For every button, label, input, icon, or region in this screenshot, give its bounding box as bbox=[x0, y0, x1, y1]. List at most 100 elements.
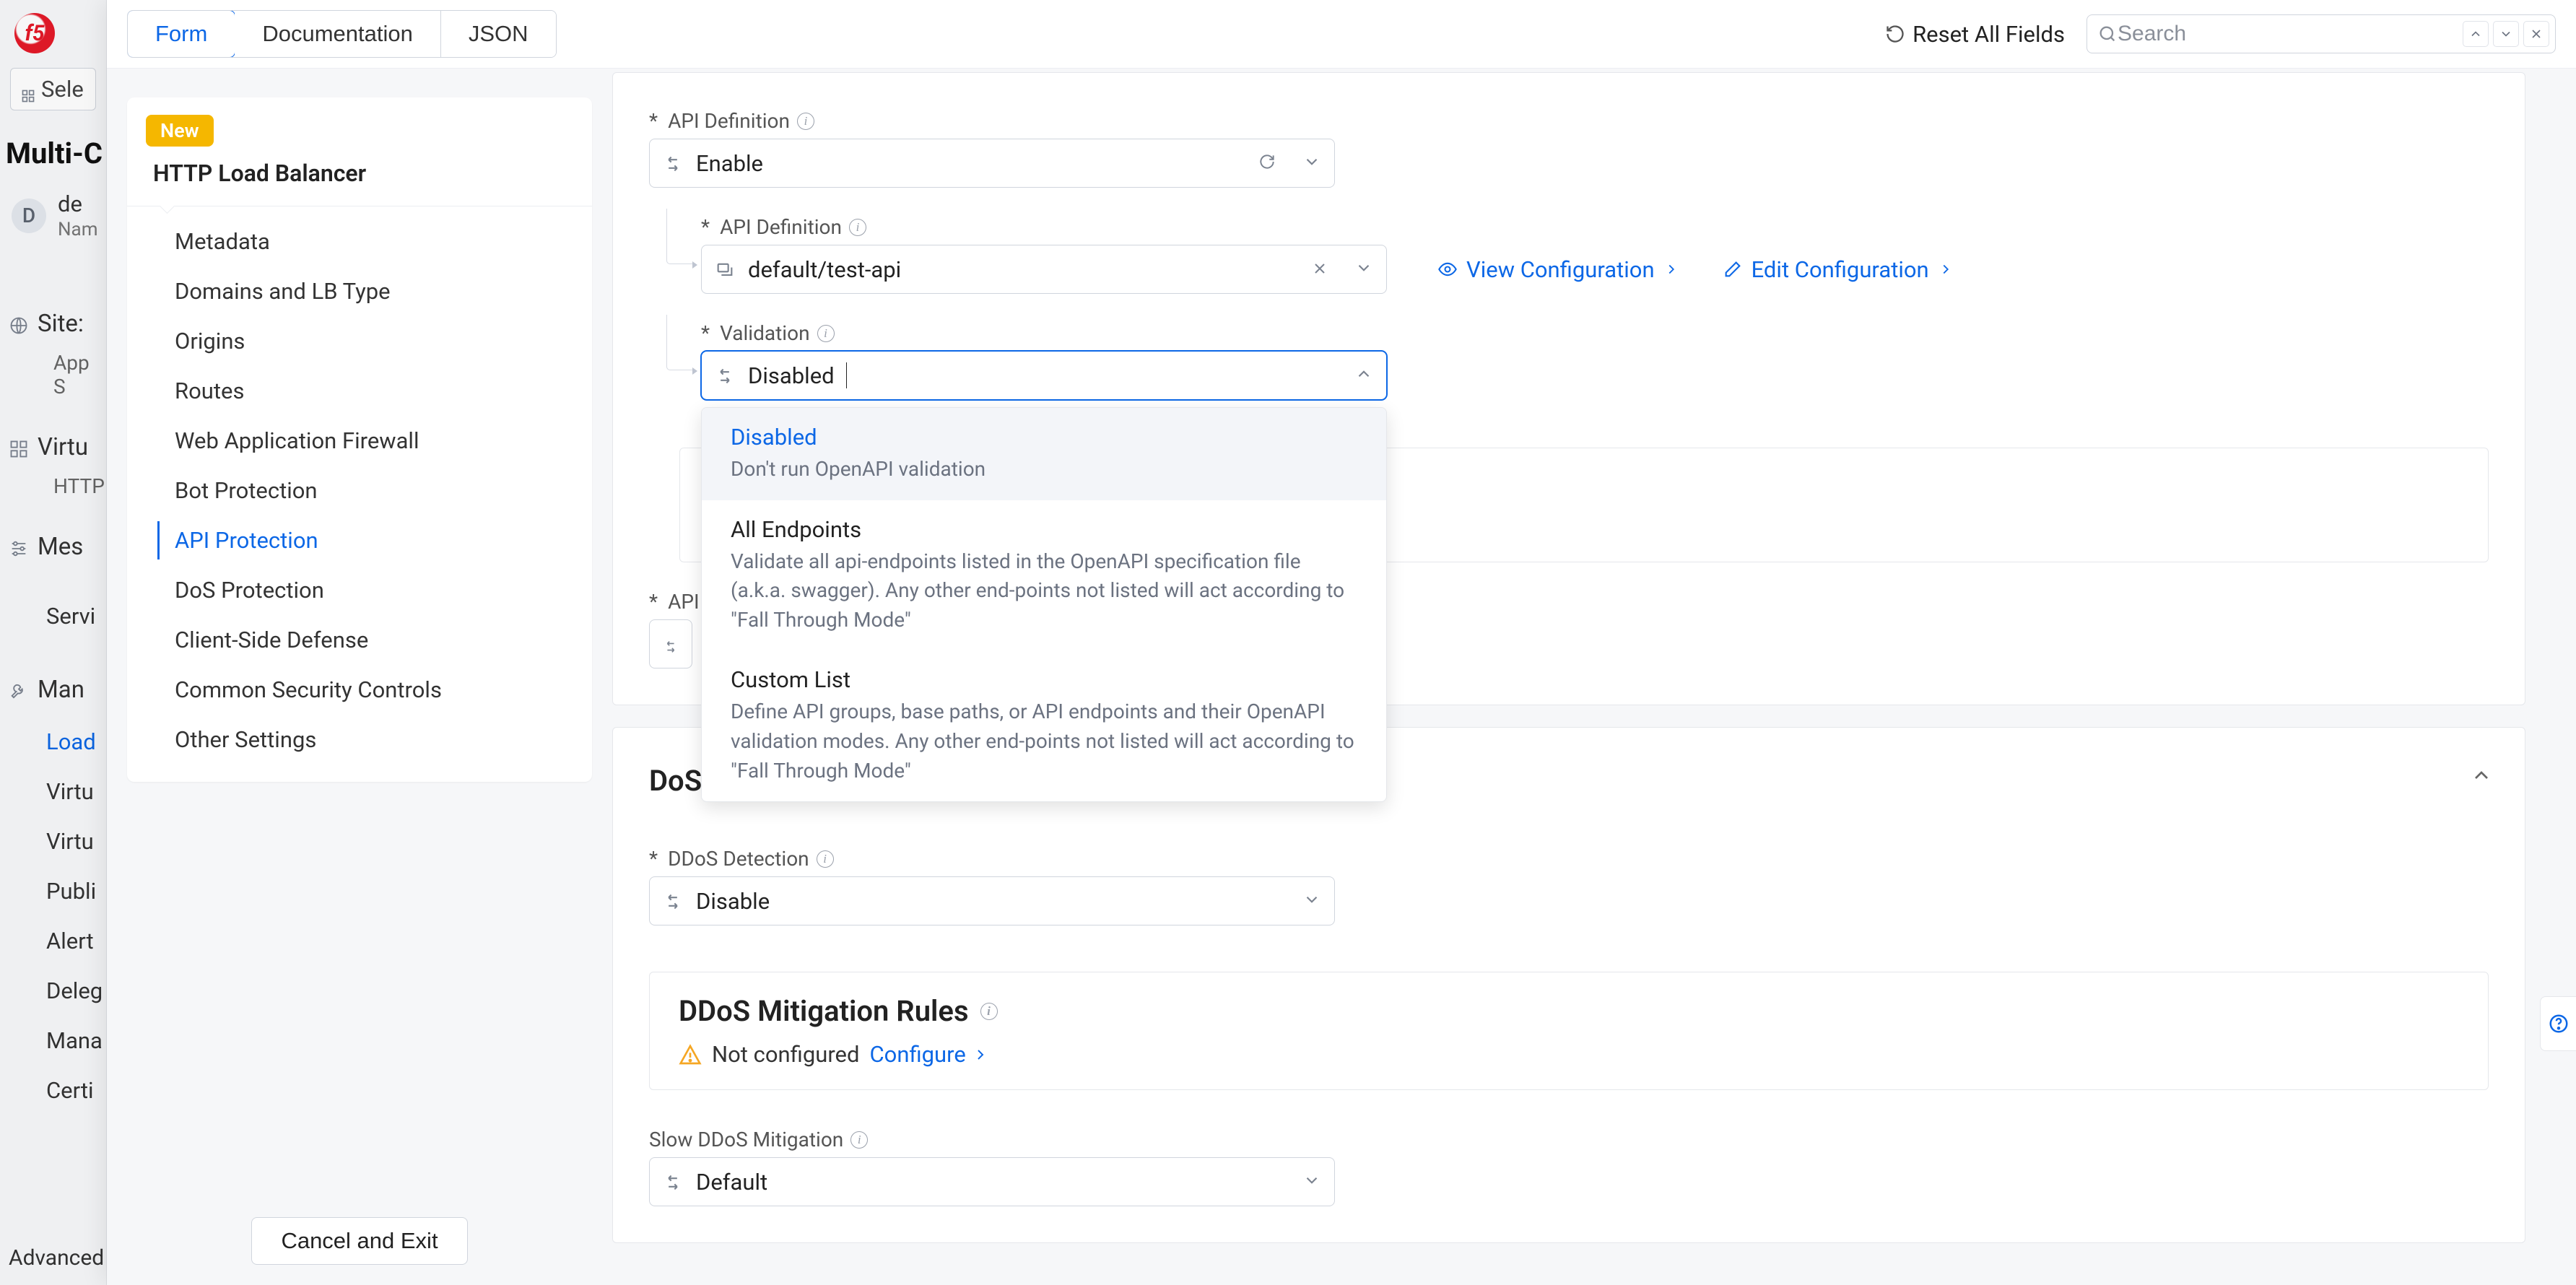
select-api-definition-ref[interactable]: default/test-api bbox=[701, 245, 1387, 294]
select-value: Enable bbox=[696, 150, 763, 177]
form-nav-item-routes[interactable]: Routes bbox=[127, 366, 592, 416]
label-text: Slow DDoS Mitigation bbox=[649, 1128, 843, 1151]
select-partial[interactable] bbox=[649, 619, 692, 668]
eye-icon bbox=[1437, 259, 1458, 279]
tree-arrow-icon bbox=[692, 367, 697, 375]
label-text: Validation bbox=[720, 321, 809, 345]
tab-json[interactable]: JSON bbox=[441, 11, 556, 57]
chevron-down-icon bbox=[2499, 27, 2513, 41]
option-sub: Don't run OpenAPI validation bbox=[731, 455, 1357, 484]
tab-documentation[interactable]: Documentation bbox=[235, 11, 441, 57]
info-icon[interactable]: i bbox=[817, 325, 835, 342]
tab-form[interactable]: Form bbox=[127, 10, 235, 58]
link-label: Edit Configuration bbox=[1752, 256, 1929, 283]
label-text: API Definition bbox=[668, 109, 790, 133]
top-toolbar: Form Documentation JSON Reset All Fields bbox=[107, 0, 2576, 69]
info-icon[interactable]: i bbox=[849, 219, 866, 236]
field-label-slow-ddos: Slow DDoS Mitigation i bbox=[649, 1128, 2489, 1151]
view-tabs: Form Documentation JSON bbox=[127, 10, 557, 58]
option-title: Disabled bbox=[731, 424, 1357, 450]
dropdown-option-disabled[interactable]: Disabled Don't run OpenAPI validation bbox=[702, 408, 1386, 500]
search-next[interactable] bbox=[2493, 21, 2519, 47]
cancel-and-exit-button[interactable]: Cancel and Exit bbox=[251, 1217, 467, 1265]
help-button[interactable] bbox=[2540, 996, 2576, 1051]
select-value: Disable bbox=[696, 888, 770, 915]
config-actions: View Configuration Edit Configuration bbox=[1437, 256, 1954, 283]
chevron-down-icon bbox=[1302, 150, 1321, 177]
reset-all-fields[interactable]: Reset All Fields bbox=[1885, 21, 2065, 48]
label-text: API Definition bbox=[720, 215, 842, 239]
collapse-section[interactable] bbox=[2470, 764, 2493, 787]
not-configured-text: Not configured bbox=[712, 1041, 859, 1068]
view-configuration-link[interactable]: View Configuration bbox=[1437, 256, 1679, 283]
switch-icon bbox=[663, 153, 683, 173]
label-text: DDoS Detection bbox=[668, 847, 809, 871]
switch-icon bbox=[663, 1172, 683, 1192]
select-ddos-detection[interactable]: Disable bbox=[649, 876, 1335, 925]
form-main: * API Definition i Enable bbox=[612, 69, 2576, 1285]
field-label-api-definition: * API Definition i bbox=[649, 109, 2489, 133]
form-nav-card: New HTTP Load Balancer Metadata Domains … bbox=[127, 97, 592, 782]
search-clear[interactable] bbox=[2523, 21, 2549, 47]
form-nav-item-waf[interactable]: Web Application Firewall bbox=[127, 416, 592, 466]
select-validation[interactable]: Disabled bbox=[701, 351, 1387, 400]
form-nav-item-client-side-defense[interactable]: Client-Side Defense bbox=[127, 615, 592, 665]
select-value: Default bbox=[696, 1169, 767, 1195]
form-nav-item-common-security[interactable]: Common Security Controls bbox=[127, 665, 592, 715]
reset-label: Reset All Fields bbox=[1913, 21, 2065, 48]
link-label: Configure bbox=[869, 1041, 965, 1068]
select-value: Disabled bbox=[748, 362, 835, 389]
search-prev[interactable] bbox=[2463, 21, 2489, 47]
field-label-validation: * Validation i bbox=[701, 321, 2489, 345]
form-title: HTTP Load Balancer bbox=[127, 157, 592, 206]
option-sub: Validate all api-endpoints listed in the… bbox=[731, 547, 1357, 635]
search-icon bbox=[2097, 24, 2118, 44]
field-label-ddos-detection: * DDoS Detection i bbox=[649, 847, 2489, 871]
clear-icon[interactable] bbox=[1311, 256, 1328, 283]
select-value: default/test-api bbox=[748, 256, 901, 283]
chevron-down-icon bbox=[1302, 888, 1321, 915]
help-icon bbox=[2548, 1013, 2570, 1034]
link-icon bbox=[715, 259, 735, 279]
configure-link[interactable]: Configure bbox=[869, 1041, 988, 1068]
form-nav-item-domains[interactable]: Domains and LB Type bbox=[127, 266, 592, 316]
chevron-down-icon bbox=[1354, 256, 1373, 283]
dropdown-option-all-endpoints[interactable]: All Endpoints Validate all api-endpoints… bbox=[702, 500, 1386, 651]
warning-icon bbox=[679, 1043, 702, 1066]
section-dos-protection: DoS * DDoS Detection i Disable bbox=[612, 727, 2525, 1243]
refresh-icon[interactable] bbox=[1258, 150, 1276, 177]
new-badge: New bbox=[146, 115, 214, 147]
chevron-right-icon bbox=[1663, 261, 1679, 277]
chevron-right-icon bbox=[972, 1046, 989, 1063]
link-label: View Configuration bbox=[1466, 256, 1655, 283]
heading-text: DDoS Mitigation Rules bbox=[679, 994, 969, 1028]
switch-icon bbox=[663, 891, 683, 911]
form-nav-item-origins[interactable]: Origins bbox=[127, 316, 592, 366]
edit-configuration-link[interactable]: Edit Configuration bbox=[1723, 256, 1954, 283]
undo-icon bbox=[1885, 24, 1905, 44]
close-icon bbox=[2529, 27, 2544, 41]
form-nav-list: Metadata Domains and LB Type Origins Rou… bbox=[127, 206, 592, 765]
form-nav-item-other-settings[interactable]: Other Settings bbox=[127, 715, 592, 765]
info-icon[interactable]: i bbox=[980, 1003, 998, 1020]
search-box[interactable] bbox=[2087, 14, 2556, 53]
field-label-api-definition-inner: * API Definition i bbox=[701, 215, 2489, 239]
select-api-definition[interactable]: Enable bbox=[649, 139, 1335, 188]
select-slow-ddos[interactable]: Default bbox=[649, 1157, 1335, 1206]
form-nav-item-api-protection[interactable]: API Protection bbox=[127, 515, 592, 565]
ddos-mitigation-rules-panel: DDoS Mitigation Rules i Not configured C… bbox=[649, 972, 2489, 1090]
info-icon[interactable]: i bbox=[797, 113, 814, 130]
info-icon[interactable]: i bbox=[817, 850, 834, 868]
switch-icon bbox=[715, 365, 735, 386]
form-nav-item-dos-protection[interactable]: DoS Protection bbox=[127, 565, 592, 615]
chevron-up-icon bbox=[2468, 27, 2483, 41]
validation-dropdown: Disabled Don't run OpenAPI validation Al… bbox=[701, 407, 1387, 802]
form-nav-item-bot-protection[interactable]: Bot Protection bbox=[127, 466, 592, 515]
form-nav-item-metadata[interactable]: Metadata bbox=[127, 217, 592, 266]
dropdown-option-custom-list[interactable]: Custom List Define API groups, base path… bbox=[702, 650, 1386, 801]
search-input[interactable] bbox=[2118, 22, 2458, 46]
text-cursor bbox=[846, 362, 847, 388]
info-icon[interactable]: i bbox=[850, 1131, 868, 1149]
label-text: API bbox=[668, 590, 700, 614]
sub-panel-heading: DDoS Mitigation Rules i bbox=[679, 994, 2459, 1028]
